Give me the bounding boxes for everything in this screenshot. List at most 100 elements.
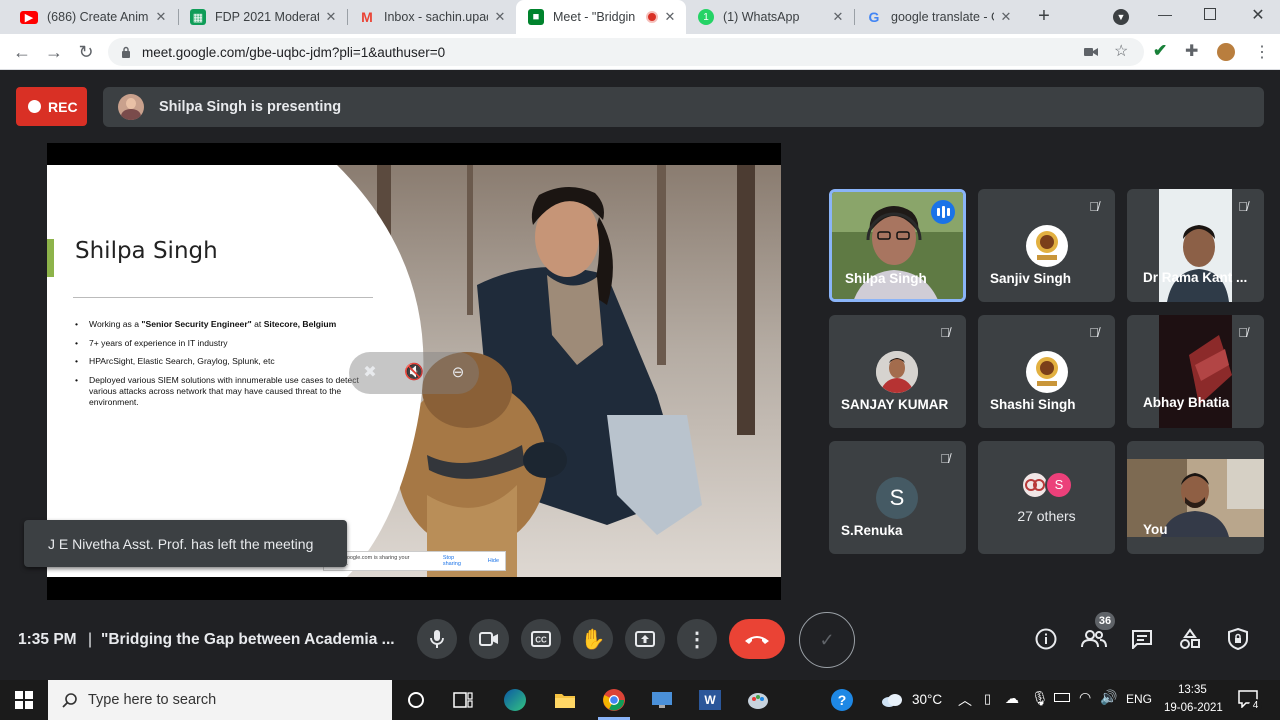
help-icon[interactable]: ?	[830, 688, 854, 712]
search-placeholder[interactable]: Type here to search	[88, 692, 216, 708]
file-explorer-icon[interactable]	[553, 688, 577, 712]
participant-tile[interactable]: 🎙̸ SANJAY KUMAR	[829, 315, 966, 428]
taskbar-search-box[interactable]: Type here to search	[48, 680, 392, 720]
mic-off-icon: 🎙̸	[1238, 325, 1248, 340]
forward-icon[interactable]: →	[42, 40, 66, 64]
participant-name: Abhay Bhatia	[1143, 395, 1230, 410]
hide-button[interactable]: Hide	[488, 558, 499, 564]
paint-icon[interactable]	[746, 688, 770, 712]
more-options-button[interactable]: ⋮	[677, 619, 717, 659]
restore-icon[interactable]	[1204, 8, 1216, 20]
taskbar-date[interactable]: 19-06-2021	[1164, 702, 1223, 714]
participant-tile[interactable]: 🎙̸ Sanjiv Singh	[978, 189, 1115, 302]
browser-tab-youtube[interactable]: ▶ (686) Create Animat ✕	[8, 0, 177, 34]
close-icon[interactable]: ✕	[323, 9, 339, 25]
activities-button[interactable]	[1177, 626, 1203, 652]
meet-icon: ■	[528, 9, 544, 25]
chat-button[interactable]	[1129, 626, 1155, 652]
close-icon[interactable]: ✕	[662, 9, 678, 25]
others-tile[interactable]: S 27 others	[978, 441, 1115, 554]
volume-icon[interactable]: 🔊	[1100, 689, 1117, 706]
tray-mic-icon[interactable]: 🎙	[1031, 690, 1049, 707]
minimize-icon[interactable]: —	[1156, 6, 1174, 22]
weather-cloud-icon[interactable]	[880, 688, 904, 712]
taskbar-time[interactable]: 13:35	[1178, 684, 1207, 696]
leave-call-button[interactable]	[729, 619, 785, 659]
browser-tab-meet[interactable]: ■ Meet - "Bridgin ✕	[516, 0, 686, 34]
window-close-icon[interactable]: ✕	[1249, 5, 1267, 25]
tab-title: (686) Create Animat	[47, 10, 149, 24]
extensions-puzzle-icon[interactable]: ✚	[1185, 41, 1198, 61]
participant-name: You	[1143, 522, 1168, 537]
mic-off-icon: 🎙̸	[1089, 199, 1099, 214]
task-view-icon[interactable]	[451, 688, 475, 712]
chrome-menu-icon[interactable]: ⋮	[1254, 42, 1270, 62]
captions-button[interactable]: CC	[521, 619, 561, 659]
bookmark-star-icon[interactable]: ☆	[1114, 41, 1128, 61]
activities-shapes-icon	[1180, 628, 1200, 649]
toast-text: J E Nivetha Asst. Prof. has left the mee…	[48, 535, 314, 552]
participant-tile-self[interactable]: You	[1127, 441, 1264, 554]
recording-indicator-icon	[646, 11, 658, 23]
tray-device-icon[interactable]: ▯	[984, 691, 991, 707]
new-tab-icon[interactable]: +	[1033, 5, 1055, 27]
presenting-text: Shilpa Singh is presenting	[159, 99, 342, 115]
camera-in-use-icon[interactable]	[1084, 46, 1098, 58]
input-language[interactable]: ENG	[1126, 692, 1152, 706]
remove-icon[interactable]: ⊖	[448, 363, 468, 383]
edge-browser-icon[interactable]	[503, 688, 527, 712]
screen-share-notice: meet.google.com is sharing your screen. …	[323, 551, 506, 571]
stop-sharing-button[interactable]: Stop sharing	[443, 555, 474, 567]
windows-start-icon[interactable]	[12, 688, 36, 712]
profile-avatar[interactable]	[1217, 43, 1235, 61]
back-icon[interactable]: ←	[10, 40, 34, 64]
meeting-title[interactable]: "Bridging the Gap between Academia ...	[101, 631, 395, 649]
browser-tab-sheets[interactable]: ▦ FDP 2021 Moderato ✕	[178, 0, 347, 34]
lock-icon[interactable]	[121, 46, 131, 58]
svg-text:CC: CC	[535, 636, 547, 645]
close-icon[interactable]: ✕	[153, 9, 169, 25]
wifi-icon[interactable]: ◠	[1079, 689, 1091, 706]
bullet-bold-text: Sitecore, Belgium	[263, 319, 337, 329]
presentation-slide: Shilpa Singh Working as a "Senior Securi…	[47, 165, 781, 577]
host-controls-button[interactable]	[1225, 626, 1251, 652]
browser-tab-google[interactable]: G google translate - G ✕	[854, 0, 1022, 34]
chrome-taskbar-icon[interactable]	[601, 687, 627, 713]
onedrive-icon[interactable]: ☁	[1005, 690, 1019, 707]
participant-tile[interactable]: 🎙̸ Dr Rama Kant ...	[1127, 189, 1264, 302]
screen-app-icon[interactable]	[650, 688, 674, 712]
mute-audio-icon[interactable]: 🔇	[404, 363, 424, 383]
word-icon[interactable]: W	[698, 688, 722, 712]
pin-off-icon[interactable]: ✖	[360, 363, 380, 383]
shield-lock-icon	[1228, 628, 1248, 650]
url-text[interactable]: meet.google.com/gbe-uqbc-jdm?pli=1&authu…	[142, 45, 445, 60]
browser-tab-gmail[interactable]: M Inbox - sachin.upad ✕	[347, 0, 516, 34]
microphone-button[interactable]	[417, 619, 457, 659]
close-icon[interactable]: ✕	[998, 9, 1014, 25]
reload-icon[interactable]: ↻	[74, 40, 98, 64]
sheets-icon: ▦	[190, 9, 206, 25]
browser-tab-whatsapp[interactable]: 1 (1) WhatsApp ✕	[686, 0, 854, 34]
close-icon[interactable]: ✕	[492, 9, 508, 25]
tab-search-icon[interactable]: ▼	[1113, 9, 1129, 25]
chat-icon	[1132, 630, 1152, 649]
tray-chevron-icon[interactable]: ︿	[958, 690, 972, 710]
check-icon[interactable]: ✓	[799, 612, 855, 668]
notification-toast: J E Nivetha Asst. Prof. has left the mee…	[24, 520, 347, 567]
bullet-text: Working as a	[89, 319, 142, 329]
camera-button[interactable]	[469, 619, 509, 659]
participant-tile[interactable]: 🎙̸ S S.Renuka	[829, 441, 966, 554]
present-now-button[interactable]	[625, 619, 665, 659]
battery-icon[interactable]	[1054, 691, 1070, 702]
participant-tile[interactable]: 🎙̸ Shashi Singh	[978, 315, 1115, 428]
recording-badge[interactable]: REC	[16, 87, 87, 126]
cortana-icon[interactable]	[404, 688, 428, 712]
participant-tile[interactable]: Shilpa Singh	[829, 189, 966, 302]
participant-tile[interactable]: 🎙̸ Abhay Bhatia	[1127, 315, 1264, 428]
meeting-details-button[interactable]	[1033, 626, 1059, 652]
weather-temperature[interactable]: 30°C	[912, 692, 942, 707]
address-bar[interactable]: meet.google.com/gbe-uqbc-jdm?pli=1&authu…	[108, 38, 1144, 66]
raise-hand-button[interactable]: ✋	[573, 619, 613, 659]
close-icon[interactable]: ✕	[830, 9, 846, 25]
extension-check-icon[interactable]: ✔	[1153, 41, 1167, 61]
